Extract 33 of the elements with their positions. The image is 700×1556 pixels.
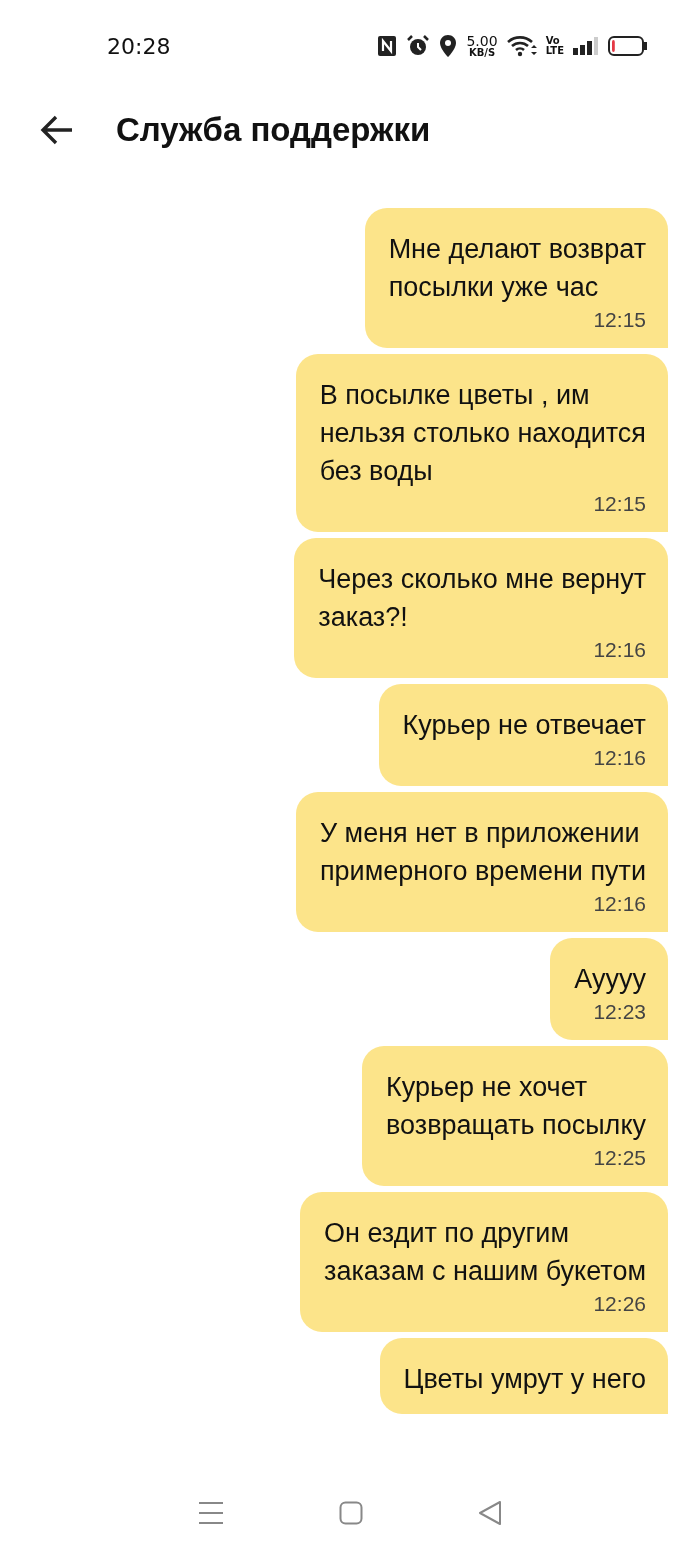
back-icon[interactable] bbox=[478, 1500, 503, 1526]
message-text: Он ездит по другим заказам с нашим букетом bbox=[324, 1217, 646, 1288]
message-time: 12:16 bbox=[592, 746, 646, 770]
message-time: 12:15 bbox=[592, 492, 646, 516]
message-text: Курьер не отвечает bbox=[402, 709, 646, 742]
home-icon[interactable] bbox=[339, 1501, 363, 1525]
nfc-icon bbox=[377, 35, 398, 57]
status-time: 20:28 bbox=[107, 33, 171, 59]
message-text: В посылке цветы , им нельзя столько находится без воды bbox=[319, 379, 646, 488]
wifi-icon bbox=[506, 35, 537, 57]
menu-icon[interactable] bbox=[197, 1501, 224, 1525]
message-text: У меня нет в приложении примерного времени пути bbox=[319, 817, 646, 888]
location-icon bbox=[439, 34, 458, 58]
message-text: Цветы умрут у него bbox=[403, 1363, 646, 1396]
speed-unit: KB/S bbox=[468, 48, 496, 58]
battery-icon bbox=[608, 35, 648, 57]
alarm-icon bbox=[406, 34, 431, 58]
message-time: 12:15 bbox=[592, 308, 646, 332]
message-text: Ауууу bbox=[574, 963, 646, 996]
message-text: Через сколько мне вернут заказ?! bbox=[318, 563, 646, 634]
message-time: 12:25 bbox=[592, 1146, 646, 1170]
message-text: Мне делают возврат посылки уже час bbox=[388, 233, 646, 304]
chat-title: Служба поддержки bbox=[116, 111, 431, 149]
message-text: Курьер не хочет возвращать посылку bbox=[386, 1071, 646, 1142]
signal-icon bbox=[573, 36, 599, 56]
message-time: 12:16 bbox=[592, 892, 646, 916]
network-speed: 5.00 bbox=[466, 34, 498, 48]
message-time: 12:26 bbox=[592, 1292, 646, 1316]
back-button[interactable] bbox=[40, 115, 74, 145]
volte-label: Vo bbox=[545, 36, 561, 46]
lte-label: LTE bbox=[545, 46, 564, 56]
message-time: 12:16 bbox=[592, 638, 646, 662]
message-time: 12:23 bbox=[592, 1000, 646, 1024]
